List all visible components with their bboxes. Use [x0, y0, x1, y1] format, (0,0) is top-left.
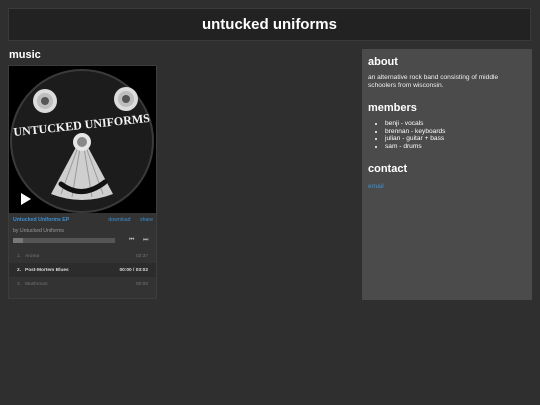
track-number: 2.	[17, 268, 22, 273]
progress-bar[interactable]	[13, 238, 115, 243]
player-actions: download share	[100, 217, 153, 223]
email-link[interactable]: email	[368, 183, 384, 190]
play-icon[interactable]	[19, 192, 33, 206]
track-duration: 00:00 / 03:02	[119, 268, 148, 273]
progress-thumb[interactable]	[13, 238, 23, 243]
music-heading: music	[9, 49, 41, 61]
track-title: Mushroom	[25, 282, 48, 287]
member-item: sam - drums	[385, 143, 526, 151]
download-link[interactable]: download	[108, 217, 130, 223]
contact-heading: contact	[368, 163, 408, 176]
about-heading: about	[368, 56, 398, 68]
previous-track-icon[interactable]: ⏮	[129, 237, 134, 244]
track-title: Aroma	[25, 254, 40, 259]
members-heading: members	[368, 102, 417, 114]
about-text: an alternative rock band consisting of m…	[368, 74, 499, 89]
track-number: 3.	[17, 282, 22, 287]
track-title: Post-Mortem Blues	[25, 268, 69, 273]
site-header: untucked uniforms	[8, 8, 531, 41]
next-track-icon[interactable]: ⏭	[143, 237, 148, 244]
artist-byline: by Untucked Uniforms	[13, 228, 65, 234]
member-item: julian - guitar + bass	[385, 135, 526, 143]
info-sidebar: about an alternative rock band consistin…	[362, 49, 532, 300]
member-item: brennan - keyboards	[385, 128, 526, 136]
track-list: 1. Aroma 02:37 2. Post-Mortem Blues 00:0…	[9, 249, 156, 291]
bandcamp-player: UNTUCKED UNIFORMS Untucked Uniforms EP d…	[8, 65, 157, 299]
members-list: benji - vocals brennan - keyboards julia…	[368, 120, 526, 150]
member-item: benji - vocals	[385, 120, 526, 128]
track-duration: 02:37	[135, 254, 148, 259]
share-link[interactable]: share	[140, 217, 153, 223]
album-art[interactable]: UNTUCKED UNIFORMS	[9, 66, 156, 213]
track-row[interactable]: 1. Aroma 02:37	[9, 249, 156, 263]
player-info: Untucked Uniforms EP download share by U…	[13, 217, 153, 234]
album-title-link[interactable]: Untucked Uniforms EP	[13, 217, 69, 223]
track-row[interactable]: 3. Mushroom 00:00	[9, 277, 156, 291]
site-title: untucked uniforms	[201, 16, 337, 33]
track-duration: 00:00	[135, 282, 148, 287]
album-art-image: UNTUCKED UNIFORMS	[9, 66, 156, 213]
track-row-active[interactable]: 2. Post-Mortem Blues 00:00 / 03:02	[9, 263, 156, 277]
track-number: 1.	[17, 254, 22, 259]
